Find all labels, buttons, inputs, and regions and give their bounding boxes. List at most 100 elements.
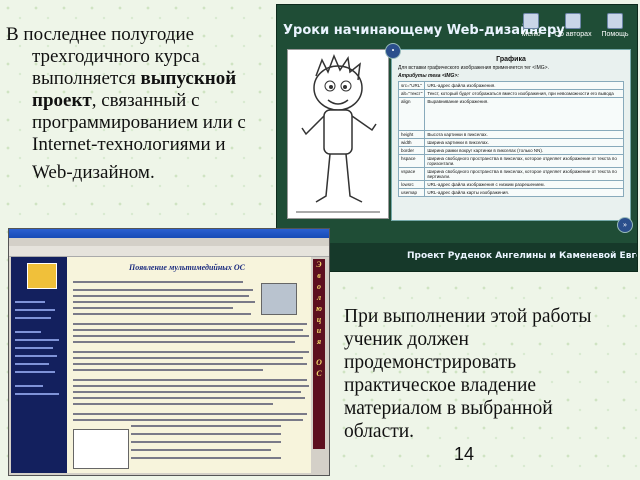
about-authors-button[interactable]: Об авторах	[553, 13, 593, 47]
nav-link[interactable]	[15, 355, 57, 357]
img-attributes-table: src="URL" URL-адрес файла изображения. al…	[397, 81, 624, 197]
attr-desc: URL-адрес файла карты изображения.	[424, 188, 624, 197]
nav-link[interactable]	[15, 385, 43, 387]
attr-name: usemap	[397, 188, 426, 197]
banner-letter: л	[316, 293, 322, 302]
table-row: src="URL" URL-адрес файла изображения.	[397, 81, 624, 90]
attr-name: align	[397, 97, 426, 131]
nav-link[interactable]	[15, 339, 59, 341]
text-line	[73, 313, 251, 315]
text-line: программированием или с	[32, 112, 246, 133]
attr-desc: URL-адрес файла изображения с низким раз…	[424, 180, 624, 189]
text-line	[73, 419, 303, 421]
banner-letter: о	[317, 282, 321, 291]
text-line	[73, 379, 307, 381]
attr-desc: Выравнивание изображения.	[424, 97, 624, 131]
panel-heading: Графика	[496, 56, 526, 63]
banner-letter: и	[316, 326, 322, 335]
attr-name: vspace	[397, 167, 426, 181]
text-line: ученик должен	[344, 329, 469, 350]
text-line	[73, 351, 309, 353]
nav-link[interactable]	[15, 371, 55, 373]
text-line	[131, 441, 281, 443]
help-button[interactable]: Помощь	[595, 13, 635, 47]
cartoon-boy-drawing	[296, 53, 380, 213]
authors-icon	[565, 13, 581, 29]
emphasis-text: проект	[32, 90, 92, 111]
article-photo	[261, 283, 297, 315]
banner-letter	[313, 347, 325, 357]
banner-letter: в	[317, 271, 321, 280]
text-fragment: выполняется	[32, 68, 141, 89]
text-line: выполняется выпускной	[6, 68, 276, 90]
menu-button-label: Меню	[521, 31, 541, 38]
menu-button[interactable]: Меню	[511, 13, 551, 47]
nav-link[interactable]	[15, 317, 51, 319]
intro-text: В последнее полугодие трехгодичного курс…	[6, 24, 276, 184]
text-line: продемонстрировать	[344, 352, 517, 373]
attr-desc: Ширина свободного пространства в пиксела…	[424, 167, 624, 181]
text-line	[73, 329, 303, 331]
help-label: Помощь	[601, 31, 629, 38]
text-line: В последнее полугодие	[6, 24, 195, 45]
text-line: Web-дизайном.	[32, 162, 155, 183]
text-line	[131, 425, 281, 427]
text-line: практическое владение	[344, 375, 537, 396]
cartoon-boy-image	[287, 49, 389, 219]
menu-icon	[523, 13, 539, 29]
panel-subheading: Атрибуты тега <IMG>:	[398, 73, 459, 79]
table-row: vspace Ширина свободного пространства в п…	[397, 167, 624, 181]
text-line	[73, 413, 307, 415]
text-line	[73, 341, 295, 343]
table-row: hspace Ширина свободного пространства в п…	[397, 154, 624, 168]
project-authors-text: Проект Руденок Ангелины и Каменевой Евге…	[407, 251, 638, 261]
attr-desc: Ширина свободного пространства в пиксела…	[424, 154, 624, 168]
banner-letter: О	[316, 358, 322, 367]
table-row: width Ширина картинки в пикселах.	[397, 138, 624, 147]
attr-desc: Ширина картинки в пикселах.	[424, 138, 624, 147]
emphasis-text: выпускной	[140, 68, 237, 89]
attr-name: src="URL"	[397, 81, 426, 90]
next-page-icon[interactable]: »	[617, 217, 633, 233]
text-line: Internet-технологиями и	[32, 134, 226, 155]
text-fragment: , связанный с	[91, 90, 200, 111]
nav-link[interactable]	[15, 363, 49, 365]
text-line	[73, 323, 307, 325]
text-line	[73, 403, 273, 405]
article-diagram	[73, 429, 129, 469]
text-line	[73, 295, 249, 297]
attr-desc: Ширина рамки вокруг картинки в пикселах …	[424, 146, 624, 155]
text-line	[73, 369, 263, 371]
text-line	[131, 457, 281, 459]
help-icon	[607, 13, 623, 29]
text-line: трехгодичного курса	[32, 46, 200, 67]
attr-name: hspace	[397, 154, 426, 168]
nav-link[interactable]	[15, 347, 53, 349]
attr-name: width	[397, 138, 426, 147]
nav-link[interactable]	[15, 309, 55, 311]
nav-link[interactable]	[15, 331, 41, 333]
attr-name: border	[397, 146, 426, 155]
text-line	[131, 449, 271, 451]
attr-desc: Текст, который будет отображаться вместо…	[424, 89, 624, 98]
browser-menubar	[9, 238, 329, 246]
browser-content: Появление мультимедийных ОС	[11, 257, 311, 473]
table-row: height Высота картинки в пикселах.	[397, 130, 624, 139]
attr-name: lowsrc	[397, 180, 426, 189]
text-line: проект, связанный с	[6, 90, 276, 112]
text-line	[73, 363, 307, 365]
article-heading: Появление мультимедийных ОС	[129, 263, 245, 272]
about-authors-label: Об авторах	[554, 31, 592, 38]
text-line	[73, 307, 233, 309]
lessons-footer: Проект Руденок Ангелины и Каменевой Евге…	[277, 243, 637, 271]
text-line	[73, 335, 309, 337]
table-row: lowsrc URL-адрес файла изображения с низк…	[397, 180, 624, 189]
text-line	[73, 391, 301, 393]
info-icon[interactable]: •	[385, 43, 401, 59]
nav-link[interactable]	[15, 301, 45, 303]
table-row: alt="текст" Текст, который будет отобража…	[397, 89, 624, 98]
text-line	[73, 289, 253, 291]
attr-name: height	[397, 130, 426, 139]
nav-link[interactable]	[15, 393, 59, 395]
panel-intro: Для вставки графического изображения при…	[398, 65, 549, 71]
